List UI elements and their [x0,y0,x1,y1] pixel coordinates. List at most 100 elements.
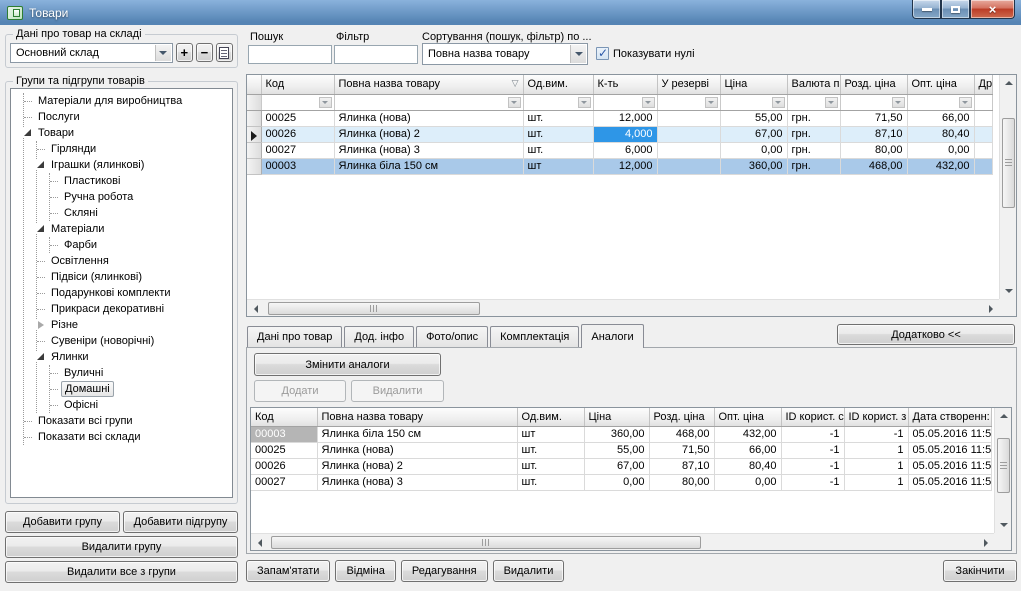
scrollbar-thumb[interactable] [997,438,1010,493]
tree-item-label[interactable]: Матеріали для виробництва [35,94,185,108]
scrollbar-thumb[interactable] [268,302,480,315]
restore-button[interactable] [941,0,970,19]
tree-item-label[interactable]: Пластикові [61,174,123,188]
groups-tree[interactable]: Матеріали для виробництва Послуги Товари… [10,88,233,498]
column-header-price[interactable]: Ціна [720,75,787,94]
tree-item-label[interactable]: Освітлення [48,254,112,268]
add-warehouse-button[interactable]: + [176,43,193,62]
warehouse-report-button[interactable] [216,43,233,62]
filter-dropdown-icon[interactable] [825,97,838,108]
close-button[interactable]: × [970,0,1015,19]
filter-cell[interactable] [261,94,334,110]
filter-cell[interactable] [720,94,787,110]
remove-warehouse-button[interactable]: − [196,43,213,62]
filter-cell[interactable] [593,94,657,110]
tree-item[interactable]: Товари [24,125,232,141]
checkbox-checked-icon[interactable] [596,47,609,60]
filter-dropdown-icon[interactable] [508,97,521,108]
expander-open-icon[interactable] [23,128,33,138]
scroll-left-button[interactable] [247,300,264,317]
filter-input[interactable] [334,45,418,64]
tree-item[interactable]: Прикраси декоративні [37,301,232,317]
scroll-right-button[interactable] [982,300,999,317]
table-row[interactable]: 00003 Ялинка біла 150 см шт 360,00 468,0… [251,426,992,442]
filter-dropdown-icon[interactable] [319,97,332,108]
table-row-current[interactable]: 00026 Ялинка (нова) 2 шт. 4,000 67,00 гр… [247,126,993,142]
tree-item[interactable]: Сувеніри (новорічні) [37,333,232,349]
column-header-retail[interactable]: Розд. ціна [649,408,714,426]
more-options-button[interactable]: Додатково << [837,324,1015,345]
tree-item-label[interactable]: Фарби [61,238,100,252]
column-header-currency[interactable]: Валюта пр [787,75,840,94]
column-header-qty[interactable]: К-ть [593,75,657,94]
titlebar[interactable]: Товари × [0,0,1021,25]
column-header-created[interactable]: Дата створенн: [908,408,992,426]
tree-item[interactable]: Різне [37,317,232,333]
tree-item[interactable]: Вуличні [50,365,232,381]
filter-dropdown-icon[interactable] [642,97,655,108]
tree-item[interactable]: Підвіси (ялинкові) [37,269,232,285]
show-zeros-toggle[interactable]: Показувати нулі [596,47,695,60]
column-header-unit[interactable]: Од.вим. [523,75,593,94]
table-row[interactable]: 00027 Ялинка (нова) 3 шт. 0,00 80,00 0,0… [251,474,992,490]
vertical-scrollbar[interactable] [999,75,1016,299]
add-group-button[interactable]: Добавити групу [5,511,120,533]
expander-open-icon[interactable] [36,160,46,170]
tab-photo-description[interactable]: Фото/опис [416,326,488,347]
tree-item-label[interactable]: Різне [48,318,81,332]
delete-group-button[interactable]: Видалити групу [5,536,238,558]
add-subgroup-button[interactable]: Добавити підгрупу [123,511,238,533]
save-button[interactable]: Запам'ятати [246,560,330,582]
filter-cell[interactable] [787,94,840,110]
tree-item-label[interactable]: Послуги [35,110,83,124]
column-header-more[interactable]: Др [974,75,993,94]
tab-bundle[interactable]: Комплектація [490,326,579,347]
chevron-down-icon[interactable] [155,45,171,61]
tree-item-label[interactable]: Скляні [61,206,101,220]
expander-open-icon[interactable] [36,224,46,234]
table-row[interactable]: 00026 Ялинка (нова) 2 шт. 67,00 87,10 80… [251,458,992,474]
filter-cell[interactable] [523,94,593,110]
column-header-retail[interactable]: Розд. ціна [840,75,907,94]
expander-open-icon[interactable] [36,352,46,362]
selected-cell-inactive[interactable]: 00003 [251,426,317,442]
tree-item-label[interactable]: Матеріали [48,222,107,236]
finish-button[interactable]: Закінчити [943,560,1017,582]
tree-item-label[interactable]: Підвіси (ялинкові) [48,270,145,284]
tab-additional-info[interactable]: Дод. інфо [344,326,414,347]
delete-all-from-group-button[interactable]: Видалити все з групи [5,561,238,583]
tree-item-label[interactable]: Показати всі групи [35,414,136,428]
tree-item[interactable]: Показати всі склади [24,429,232,445]
warehouse-select[interactable]: Основний склад [10,43,173,63]
expander-closed-icon[interactable] [36,320,46,330]
filter-cell[interactable] [657,94,720,110]
filter-dropdown-icon[interactable] [959,97,972,108]
tree-item-label[interactable]: Ялинки [48,350,92,364]
tree-item[interactable]: Офісні [50,397,232,413]
tree-item-label[interactable]: Домашні [61,381,114,397]
minimize-button[interactable] [912,0,941,19]
column-header-unit[interactable]: Од.вим. [517,408,584,426]
column-header-wholesale[interactable]: Опт. ціна [907,75,974,94]
filter-dropdown-icon[interactable] [772,97,785,108]
table-row[interactable]: 00027 Ялинка (нова) 3 шт. 6,000 0,00 грн… [247,142,993,158]
tree-item[interactable]: Освітлення [37,253,232,269]
column-header-name[interactable]: Повна назва товару [317,408,517,426]
scroll-left-button[interactable] [251,534,268,551]
scrollbar-thumb[interactable] [271,536,701,549]
tab-product-data[interactable]: Дані про товар [247,326,342,347]
tree-item-label[interactable]: Подарункові комплекти [48,286,174,300]
column-header-code[interactable]: Код [261,75,334,94]
change-analogs-button[interactable]: Змінити аналоги [254,353,441,376]
column-header-wholesale[interactable]: Опт. ціна [714,408,781,426]
column-header-id-user-z[interactable]: ID корист. з [844,408,908,426]
tree-item-label[interactable]: Гірлянди [48,142,99,156]
tree-item[interactable]: Пластикові [50,173,232,189]
scroll-up-button[interactable] [1000,75,1017,91]
tree-item[interactable]: Ручна робота [50,189,232,205]
tree-item[interactable]: Іграшки (ялинкові) [37,157,232,173]
cancel-button[interactable]: Відміна [335,560,395,582]
tree-item[interactable]: Фарби [50,237,232,253]
sort-select[interactable]: Повна назва товару [422,43,588,65]
scroll-down-button[interactable] [995,517,1012,533]
